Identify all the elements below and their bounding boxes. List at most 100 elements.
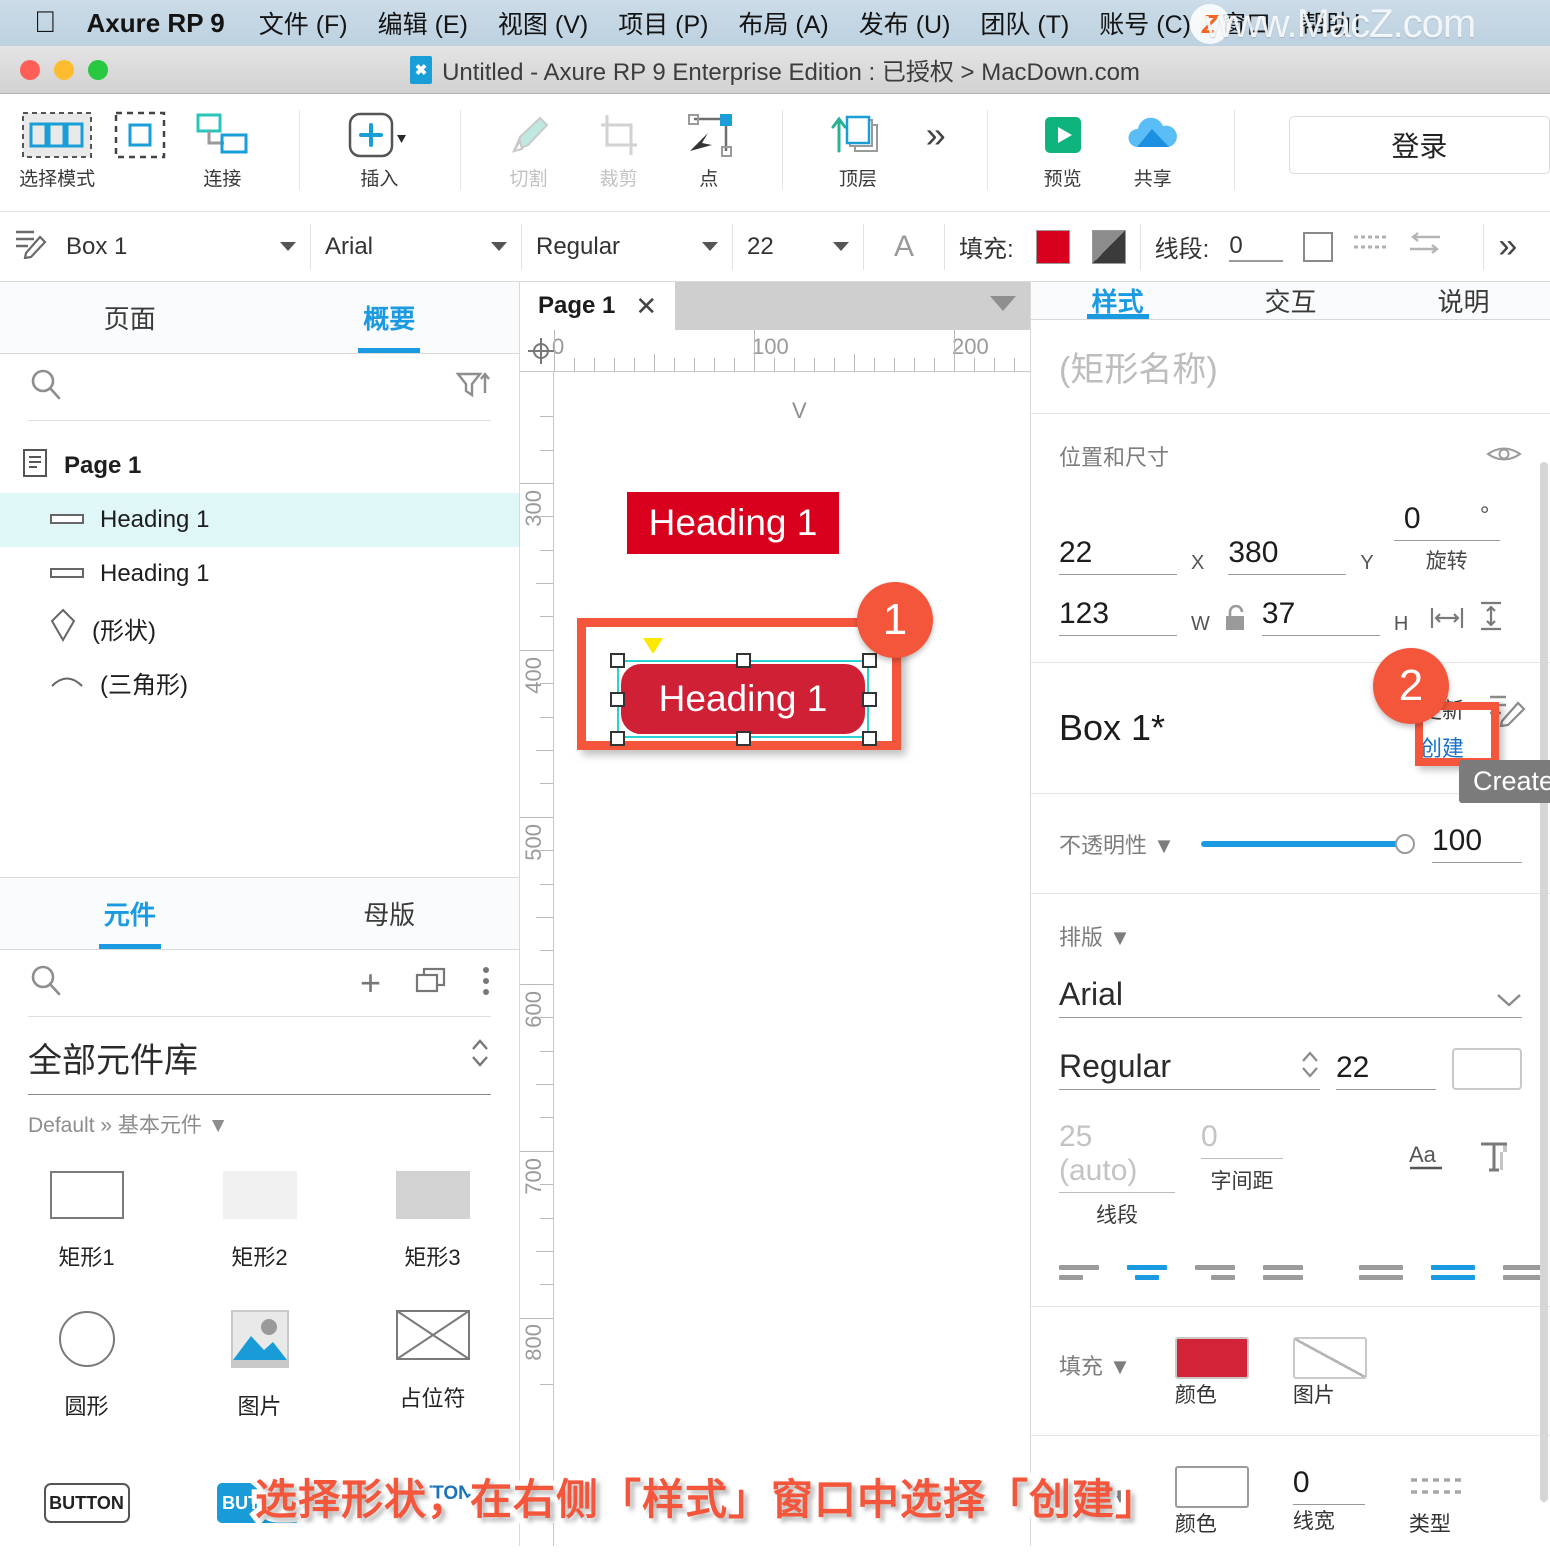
toolbar-overflow[interactable]: »: [903, 94, 969, 162]
plus-icon[interactable]: +: [360, 965, 381, 1001]
font-weight-value[interactable]: Regular: [1059, 1048, 1171, 1085]
canvas-shape-heading-rect[interactable]: Heading 1: [627, 492, 839, 554]
chevron-down-icon[interactable]: [702, 242, 718, 251]
widget-name-input[interactable]: (矩形名称): [1031, 320, 1550, 414]
align-left-icon[interactable]: [1059, 1265, 1099, 1280]
tree-item-shape[interactable]: (形状): [0, 601, 519, 655]
resize-handle-ne[interactable]: [862, 653, 877, 668]
caret-down-icon[interactable]: ▼: [1153, 833, 1175, 858]
unlock-icon[interactable]: [1224, 604, 1248, 636]
font-color-swatch-icon[interactable]: [1452, 1048, 1522, 1090]
y-input[interactable]: 380: [1228, 536, 1347, 575]
filter-sort-icon[interactable]: [455, 369, 491, 406]
chevron-down-icon[interactable]: [833, 242, 849, 251]
align-top-icon[interactable]: [1359, 1265, 1403, 1280]
caret-down-icon[interactable]: [990, 296, 1016, 311]
resize-handle-n[interactable]: [736, 653, 751, 668]
tool-select-mode[interactable]: 选择模式: [12, 94, 102, 191]
typography-label[interactable]: 排版 ▼: [1059, 925, 1131, 950]
caret-down-icon[interactable]: ▼: [208, 1114, 229, 1137]
tab-interactions[interactable]: 交互: [1204, 282, 1377, 319]
chevron-down-icon[interactable]: [280, 242, 296, 251]
tree-item-triangle[interactable]: (三角形): [0, 655, 519, 709]
tree-item-heading-1-a[interactable]: Heading 1: [0, 493, 519, 547]
resize-handle-e[interactable]: [862, 692, 877, 707]
login-button[interactable]: 登录: [1288, 116, 1550, 174]
close-icon[interactable]: ✕: [635, 291, 657, 322]
text-shadow-T-icon[interactable]: [1478, 1140, 1512, 1179]
tool-connect[interactable]: 连接: [177, 94, 267, 191]
search-icon[interactable]: [28, 367, 64, 408]
canvas-shape-heading-rounded[interactable]: Heading 1: [621, 664, 865, 734]
menu-item-view[interactable]: 视图 (V): [498, 5, 588, 41]
opacity-slider[interactable]: [1200, 833, 1415, 854]
widget-name-field[interactable]: Box 1: [0, 212, 310, 282]
stepper-updown-icon[interactable]: [1300, 1048, 1320, 1085]
tab-widgets[interactable]: 元件: [0, 878, 260, 949]
library-select[interactable]: 全部元件库: [28, 1017, 491, 1095]
resize-handle-w[interactable]: [610, 692, 625, 707]
fill-label[interactable]: 填充 ▼: [1059, 1349, 1131, 1381]
copy-icon[interactable]: [415, 967, 447, 1000]
tab-notes[interactable]: 说明: [1377, 282, 1550, 319]
tool-preview[interactable]: 预览: [1018, 94, 1108, 191]
kebab-menu-icon[interactable]: [481, 965, 491, 1002]
resize-handle-nw[interactable]: [610, 653, 625, 668]
resize-handle-sw[interactable]: [610, 731, 625, 746]
menu-item-layout[interactable]: 布局 (A): [738, 5, 828, 41]
line-color-swatch[interactable]: [1174, 1466, 1249, 1508]
align-center-icon[interactable]: [1127, 1265, 1167, 1280]
arrow-style-icon[interactable]: [1407, 231, 1443, 262]
chevron-down-icon[interactable]: [1496, 992, 1522, 1013]
tool-insert[interactable]: 插入: [334, 94, 424, 191]
opacity-label[interactable]: 不透明性 ▼: [1059, 828, 1175, 860]
underline-Aa-icon[interactable]: Aa: [1408, 1140, 1452, 1179]
fit-width-icon[interactable]: [1430, 605, 1464, 636]
widget-image[interactable]: 图片: [173, 1292, 346, 1441]
tool-bring-front[interactable]: 顶层: [813, 94, 903, 191]
width-input[interactable]: 123: [1059, 597, 1177, 636]
image-fill-icon[interactable]: [1292, 1337, 1367, 1379]
line-width-input[interactable]: 0: [1229, 232, 1284, 262]
tab-pages[interactable]: 页面: [0, 282, 260, 353]
align-middle-icon[interactable]: [1431, 1265, 1475, 1280]
propbar-overflow[interactable]: »: [1484, 212, 1531, 282]
font-size-select[interactable]: 22: [733, 212, 863, 282]
resize-handle-se[interactable]: [862, 731, 877, 746]
stepper-updown-icon[interactable]: [469, 1035, 491, 1080]
menu-item-file[interactable]: 文件 (F): [259, 5, 348, 41]
eye-icon[interactable]: [1486, 443, 1522, 470]
canvas-tab-page-1[interactable]: Page 1 ✕: [520, 282, 676, 330]
line-spacing-input[interactable]: 25 (auto): [1059, 1120, 1175, 1193]
resize-handle-s[interactable]: [736, 731, 751, 746]
fill-color-swatch[interactable]: [1174, 1337, 1249, 1379]
chevron-down-icon[interactable]: [491, 242, 507, 251]
widget-button-outline[interactable]: BUTTON: [0, 1441, 173, 1543]
opacity-input[interactable]: 100: [1432, 824, 1522, 863]
fit-height-icon[interactable]: [1478, 601, 1504, 636]
tool-crop[interactable]: 裁剪: [574, 94, 664, 191]
gradient-swatch-icon[interactable]: [1091, 229, 1126, 264]
design-canvas[interactable]: V Heading 1 Heading 1 1: [554, 372, 1030, 1546]
tool-marquee[interactable]: [102, 94, 177, 162]
menu-item-help[interactable]: 帮助！: [1301, 5, 1376, 41]
menu-item-edit[interactable]: 编辑 (E): [378, 5, 468, 41]
tab-outline[interactable]: 概要: [260, 282, 520, 353]
menu-item-team[interactable]: 团队 (T): [980, 5, 1069, 41]
rotation-input[interactable]: 0: [1404, 502, 1456, 540]
height-input[interactable]: 37: [1261, 597, 1380, 636]
tool-point[interactable]: 点: [664, 94, 754, 191]
widget-circle[interactable]: 圆形: [0, 1292, 173, 1441]
caret-down-icon[interactable]: ▼: [1109, 1354, 1131, 1379]
text-color-button[interactable]: A: [864, 212, 944, 282]
search-icon[interactable]: [28, 963, 64, 1004]
tool-share[interactable]: 共享: [1108, 94, 1198, 191]
menu-item-account[interactable]: 账号 (C): [1099, 5, 1191, 41]
font-size-input[interactable]: 22: [1336, 1051, 1436, 1090]
font-weight-select[interactable]: Regular: [522, 212, 732, 282]
font-family-value[interactable]: Arial: [1059, 976, 1123, 1013]
letter-spacing-input[interactable]: 0: [1201, 1120, 1283, 1159]
widget-rectangle-2[interactable]: 矩形2: [173, 1153, 346, 1292]
tool-slice[interactable]: 切割: [483, 94, 573, 191]
menu-item-project[interactable]: 项目 (P): [618, 5, 708, 41]
